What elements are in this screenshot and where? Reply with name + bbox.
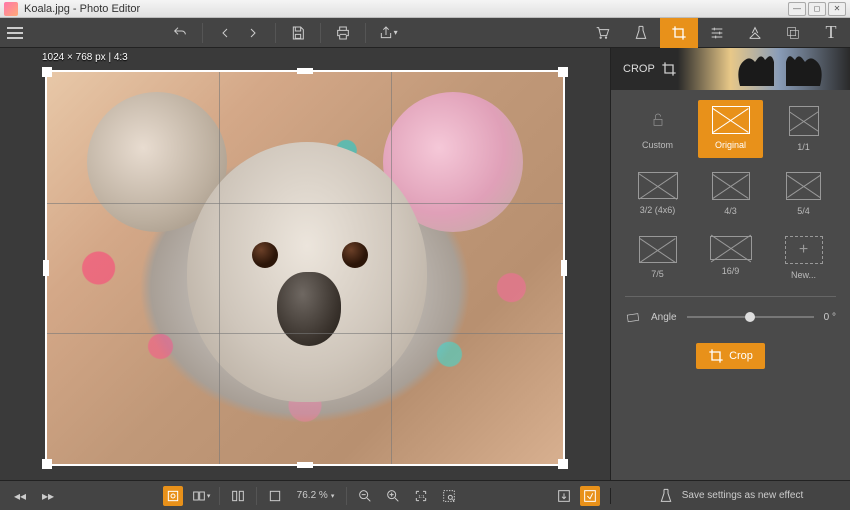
crop-opt-custom[interactable]: Custom <box>625 100 690 158</box>
save-icon[interactable] <box>288 23 308 43</box>
crop-opt-1-1[interactable]: 1/1 <box>771 100 836 158</box>
crop-button[interactable]: Crop <box>696 343 765 369</box>
dimensions-label: 1024 × 768 px | 4:3 <box>42 52 128 63</box>
menu-button[interactable] <box>0 18 30 48</box>
zoom-actual-icon[interactable]: 1:1 <box>411 486 431 506</box>
angle-icon <box>625 309 641 325</box>
crop-header: CROP <box>611 48 850 90</box>
bottom-toolbar: ◂◂ ▸▸ ▾ 76.2 %▾ 1:1 Save settings as new… <box>0 480 850 510</box>
tab-effects[interactable] <box>622 18 660 48</box>
zoom-marquee-icon[interactable] <box>439 486 459 506</box>
tab-layers[interactable] <box>774 18 812 48</box>
crop-box[interactable] <box>45 70 565 466</box>
crop-handle[interactable] <box>297 462 313 468</box>
crop-handle[interactable] <box>558 67 568 77</box>
angle-slider[interactable] <box>687 316 814 318</box>
save-effect-label[interactable]: Save settings as new effect <box>682 490 804 501</box>
top-toolbar: ▾ T <box>0 18 850 48</box>
crop-sidebar: CROP Custom Original 1/1 3/2 (4x6) <box>610 48 850 480</box>
zoom-percent[interactable]: 76.2 %▾ <box>293 490 339 501</box>
print-icon[interactable] <box>333 23 353 43</box>
crop-handle[interactable] <box>42 67 52 77</box>
maximize-button[interactable]: ◻ <box>808 2 826 16</box>
import-icon[interactable] <box>554 486 574 506</box>
view-single-icon[interactable] <box>163 486 183 506</box>
zoom-in-icon[interactable] <box>383 486 403 506</box>
minimize-button[interactable]: — <box>788 2 806 16</box>
crop-handle[interactable] <box>558 459 568 469</box>
crop-icon <box>661 61 677 77</box>
crop-opt-new[interactable]: + New... <box>771 230 836 286</box>
undo-icon[interactable] <box>170 23 190 43</box>
tab-text[interactable]: T <box>812 18 850 48</box>
crop-opt-16-9[interactable]: 16/9 <box>698 230 763 286</box>
crop-opt-3-2[interactable]: 3/2 (4x6) <box>625 166 690 222</box>
crop-handle[interactable] <box>42 459 52 469</box>
crop-handle[interactable] <box>297 68 313 74</box>
tab-retouch[interactable] <box>736 18 774 48</box>
tab-adjust[interactable] <box>698 18 736 48</box>
crop-opt-7-5[interactable]: 7/5 <box>625 230 690 286</box>
canvas-area: 1024 × 768 px | 4:3 <box>0 48 610 480</box>
zoom-out-icon[interactable] <box>355 486 375 506</box>
crop-opt-4-3[interactable]: 4/3 <box>698 166 763 222</box>
close-button[interactable]: ✕ <box>828 2 846 16</box>
cart-icon[interactable] <box>592 23 612 43</box>
crop-opt-5-4[interactable]: 5/4 <box>771 166 836 222</box>
view-compare-icon[interactable]: ▾ <box>191 486 211 506</box>
prev-image-icon[interactable]: ◂◂ <box>10 486 30 506</box>
crop-opt-original[interactable]: Original <box>698 100 763 158</box>
window-titlebar: Koala.jpg - Photo Editor — ◻ ✕ <box>0 0 850 18</box>
angle-value: 0 ° <box>824 312 836 323</box>
angle-label: Angle <box>651 312 677 323</box>
crop-title: CROP <box>623 63 655 75</box>
back-icon[interactable] <box>215 23 235 43</box>
window-title: Koala.jpg - Photo Editor <box>24 3 140 15</box>
tab-crop[interactable] <box>660 18 698 48</box>
photo <box>47 72 563 464</box>
view-split-icon[interactable] <box>228 486 248 506</box>
crop-handle[interactable] <box>43 260 49 276</box>
fit-icon[interactable] <box>265 486 285 506</box>
next-image-icon[interactable]: ▸▸ <box>38 486 58 506</box>
apply-icon[interactable] <box>580 486 600 506</box>
export-icon[interactable]: ▾ <box>378 23 398 43</box>
app-icon <box>4 2 18 16</box>
crop-handle[interactable] <box>561 260 567 276</box>
svg-text:1:1: 1:1 <box>419 494 426 499</box>
forward-icon[interactable] <box>243 23 263 43</box>
flask-icon <box>658 488 674 504</box>
hands-silhouette <box>720 52 840 86</box>
